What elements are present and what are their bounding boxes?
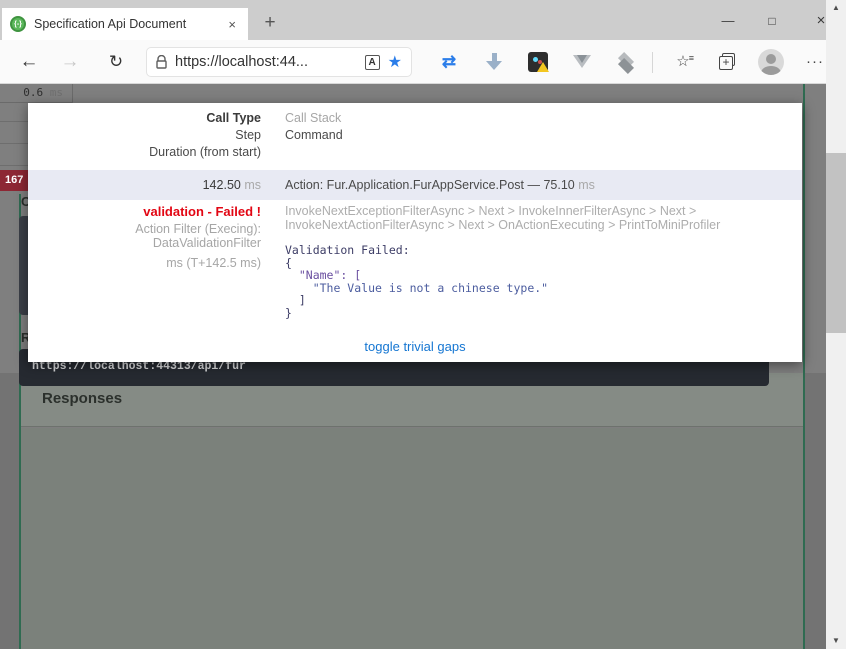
responses-title: Responses <box>42 390 122 407</box>
timing-value: 0.6 <box>23 86 43 99</box>
duration-value: 142.50 <box>203 178 241 192</box>
forward-button[interactable]: → <box>57 50 83 74</box>
page-scrollbar[interactable]: ▲ ▼ <box>826 0 846 649</box>
title-bar: {-} Specification Api Document × + — □ × <box>0 0 846 40</box>
action-filter-line1: Action Filter (Execing): <box>28 222 261 236</box>
action-filter-line2: DataValidationFilter <box>28 236 261 250</box>
profiler-column-divider <box>72 84 73 103</box>
json-line: "The Value is not a chinese type." <box>285 282 548 295</box>
json-line: } <box>285 307 548 320</box>
action-text: Action: Fur.Application.FurAppService.Po… <box>285 178 575 192</box>
bookmark-star-icon[interactable]: ★ <box>388 52 402 72</box>
page-margin-right <box>805 373 826 649</box>
call-stack-header: Call Stack <box>285 111 341 125</box>
refresh-button[interactable]: ↻ <box>103 50 129 74</box>
layers-extension-icon[interactable] <box>615 51 637 73</box>
step-header: Step <box>28 128 261 142</box>
action-timing-row[interactable]: 142.50 ms Action: Fur.Application.FurApp… <box>28 170 802 200</box>
json-line: ] <box>285 294 548 307</box>
call-stack-line2: InvokeNextActionFilterAsync > Next > OnA… <box>285 218 720 232</box>
table-row-divider <box>0 143 28 144</box>
action-duration: 142.50 ms <box>28 170 261 200</box>
validation-failed-title: validation - Failed ! <box>28 204 261 219</box>
swagger-favicon-icon: {-} <box>10 16 26 32</box>
sync-extension-icon[interactable]: ⇄ <box>438 51 460 73</box>
profile-avatar[interactable] <box>758 49 784 75</box>
avatar-body <box>761 66 781 75</box>
call-stack-line1: InvokeNextExceptionFilterAsync > Next > … <box>285 204 696 218</box>
download-extension-icon[interactable] <box>483 51 505 73</box>
list-lines-icon: ≡ <box>689 56 694 60</box>
collections-button[interactable]: + <box>717 51 739 73</box>
translate-icon[interactable]: A <box>365 55 380 70</box>
browser-tab[interactable]: {-} Specification Api Document × <box>2 8 248 40</box>
settings-menu-button[interactable]: ··· <box>804 51 826 73</box>
validation-time-label: ms (T+142.5 ms) <box>28 256 261 270</box>
page-margin-left <box>0 373 19 649</box>
tab-close-icon[interactable]: × <box>224 17 240 32</box>
duration-header: Duration (from start) <box>28 145 261 159</box>
browser-window: {-} Specification Api Document × + — □ ×… <box>0 0 846 649</box>
scroll-down-arrow[interactable]: ▼ <box>826 633 846 649</box>
scrollbar-thumb[interactable] <box>826 153 846 333</box>
request-url-value: https://localhost:44313/api/fur <box>32 360 756 374</box>
new-tab-button[interactable]: + <box>258 12 282 34</box>
maximize-button[interactable]: □ <box>757 10 787 32</box>
profiler-timing-cell: 0.6 ms <box>0 84 72 103</box>
table-row-divider <box>0 165 28 166</box>
json-line: "Name": [ <box>285 269 548 282</box>
toolbar-divider <box>652 52 653 73</box>
toggle-trivial-gaps-link[interactable]: toggle trivial gaps <box>28 339 802 354</box>
table-row-divider <box>0 121 28 122</box>
address-bar[interactable]: https://localhost:44... A ★ <box>146 47 412 77</box>
action-description: Action: Fur.Application.FurAppService.Po… <box>285 170 595 200</box>
profiler-popup: Call Type Step Duration (from start) Cal… <box>28 103 802 362</box>
avatar-head <box>766 54 776 64</box>
json-line: Validation Failed: <box>285 244 548 257</box>
lock-icon <box>156 55 167 69</box>
responses-section-body <box>21 428 803 649</box>
star-icon: ☆ <box>676 53 689 70</box>
call-type-header: Call Type <box>28 111 261 125</box>
validation-json-output: Validation Failed: { "Name": [ "The Valu… <box>285 244 548 319</box>
tab-title: Specification Api Document <box>34 17 224 31</box>
plus-square-icon: + <box>719 56 733 70</box>
scroll-up-arrow[interactable]: ▲ <box>826 0 846 16</box>
minimize-button[interactable]: — <box>713 10 743 32</box>
vue-devtools-extension-icon[interactable] <box>571 51 593 73</box>
profiler-duration-badge: 167 <box>0 170 28 191</box>
back-button[interactable]: ← <box>16 50 42 74</box>
warning-triangle-icon <box>537 62 549 72</box>
devtools-extension-icon[interactable] <box>527 51 549 73</box>
action-unit: ms <box>578 178 595 192</box>
timing-unit: ms <box>50 86 63 99</box>
duration-unit: ms <box>244 178 261 192</box>
command-header: Command <box>285 128 343 142</box>
inner-chevron <box>577 55 587 63</box>
url-text[interactable]: https://localhost:44... <box>175 54 357 70</box>
favorites-button[interactable]: ☆≡ <box>672 51 694 73</box>
arrow-head <box>486 61 502 70</box>
